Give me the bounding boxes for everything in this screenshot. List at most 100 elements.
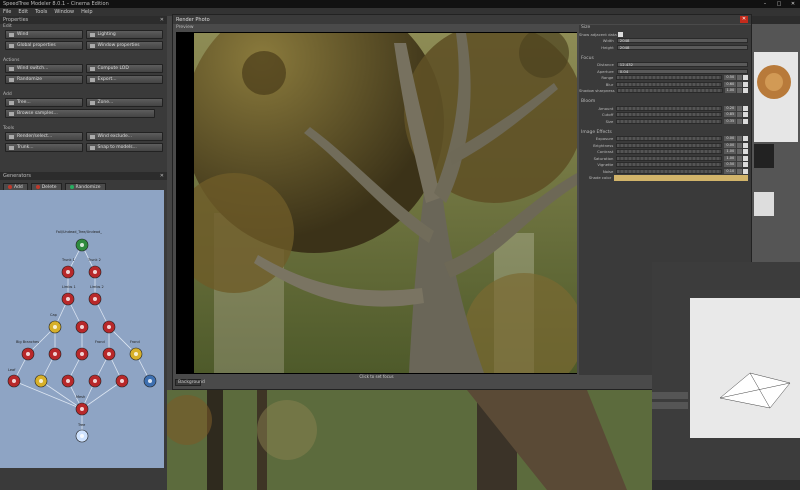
keyframe-icon[interactable] (743, 162, 748, 168)
spin-arrow-icon[interactable] (737, 136, 743, 142)
setting-input[interactable]: 2048 (616, 38, 748, 44)
setting-slider[interactable] (616, 136, 723, 142)
spin-arrow-icon[interactable] (737, 118, 743, 124)
keyframe-icon[interactable] (743, 75, 748, 81)
snap-models-button[interactable]: Snap to models... (85, 143, 163, 152)
setting-input[interactable]: 2048 (616, 44, 748, 50)
mask-thumbnail[interactable] (754, 192, 774, 216)
node-icon (134, 352, 138, 356)
trunk-button[interactable]: Trunk... (5, 143, 83, 152)
setting-value[interactable]: 0.10 (724, 168, 737, 174)
menu-help[interactable]: Help (81, 9, 92, 15)
keyframe-icon[interactable] (743, 88, 748, 94)
spin-arrow-icon[interactable] (737, 112, 743, 118)
setting-value[interactable]: 0.00 (724, 136, 737, 142)
keyframe-icon[interactable] (743, 105, 748, 111)
render-viewport[interactable] (176, 32, 577, 374)
material-preview[interactable] (754, 52, 798, 142)
background-viewport[interactable] (167, 390, 652, 490)
setting-value[interactable]: 0.35 (724, 118, 737, 124)
menu-edit[interactable]: Edit (18, 9, 28, 15)
spin-arrow-icon[interactable] (737, 142, 743, 148)
node-icon (80, 352, 84, 356)
setting-slider[interactable] (616, 168, 723, 174)
keyframe-icon[interactable] (743, 155, 748, 161)
setting-input[interactable]: 0.04 (616, 68, 748, 74)
global-properties-button[interactable]: Global properties (5, 41, 83, 50)
snap-icon (89, 145, 95, 150)
keyframe-icon[interactable] (743, 168, 748, 174)
setting-value[interactable]: 1.00 (724, 155, 737, 161)
keyframe-icon[interactable] (743, 149, 748, 155)
spin-arrow-icon[interactable] (737, 149, 743, 155)
spin-arrow-icon[interactable] (737, 162, 743, 168)
settings-row: Cutoff 0.85 (579, 112, 751, 119)
spin-arrow-icon[interactable] (737, 88, 743, 94)
menu-tools[interactable]: Tools (35, 9, 47, 15)
setting-value[interactable]: 0.20 (724, 105, 737, 111)
minimize-icon[interactable]: – (758, 1, 772, 7)
spin-arrow-icon[interactable] (737, 168, 743, 174)
lighting-button[interactable]: Lighting (85, 30, 163, 39)
setting-slider[interactable] (616, 105, 723, 111)
setting-slider[interactable] (616, 75, 723, 81)
spin-arrow-icon[interactable] (737, 75, 743, 81)
wind-exclude-button[interactable]: Wind exclude... (85, 132, 163, 141)
window-properties-button[interactable]: Window properties (85, 41, 163, 50)
keyframe-icon[interactable] (743, 112, 748, 118)
setting-slider[interactable] (616, 142, 723, 148)
setting-value[interactable]: 0.60 (724, 81, 737, 87)
setting-slider[interactable] (616, 81, 723, 87)
rendered-image[interactable] (194, 33, 577, 373)
node-icon (26, 352, 30, 356)
close-icon[interactable]: ✕ (740, 16, 748, 23)
generator-graph[interactable]: Fall/Undead_Tree/Undead_ Trunk 1 Trunk 2… (0, 190, 164, 468)
setting-value[interactable]: 0.85 (724, 112, 737, 118)
node-icon (66, 379, 70, 383)
maximize-icon[interactable]: □ (772, 1, 786, 7)
add-tree-button[interactable]: Tree... (5, 98, 83, 107)
keyframe-icon[interactable] (743, 136, 748, 142)
wind-button[interactable]: Wind (5, 30, 83, 39)
setting-label: Distance (597, 62, 614, 68)
keyframe-icon[interactable] (743, 118, 748, 124)
background-button[interactable]: Background (175, 379, 205, 386)
setting-slider[interactable] (616, 112, 723, 118)
render-select-button[interactable]: Render/select... (5, 132, 83, 141)
export-button[interactable]: Export... (85, 75, 163, 84)
mesh-field[interactable] (652, 392, 688, 399)
setting-input[interactable]: 12.432 (616, 62, 748, 68)
setting-checkbox[interactable] (618, 31, 623, 37)
mesh-field[interactable] (652, 402, 688, 409)
setting-slider[interactable] (616, 155, 723, 161)
bark-thumbnail[interactable] (754, 144, 774, 168)
setting-slider[interactable] (616, 162, 723, 168)
compute-lod-button[interactable]: Compute LOD (85, 64, 163, 73)
dice-icon (69, 185, 74, 189)
setting-slider[interactable] (617, 88, 723, 94)
spin-arrow-icon[interactable] (737, 81, 743, 87)
randomize-button[interactable]: Randomize (5, 75, 83, 84)
keyframe-icon[interactable] (743, 81, 748, 87)
close-icon[interactable]: ✕ (160, 17, 164, 23)
mesh-preview[interactable] (690, 298, 800, 438)
menu-file[interactable]: File (3, 9, 11, 15)
setting-value[interactable]: 0.50 (724, 162, 737, 168)
setting-value[interactable]: 1.00 (724, 88, 737, 94)
shade-color-swatch[interactable] (614, 174, 748, 181)
close-icon[interactable]: ✕ (160, 173, 164, 179)
browse-samples-button[interactable]: Browse samples... (5, 109, 155, 118)
setting-value[interactable]: 1.00 (724, 149, 737, 155)
properties-header: Properties ✕ (0, 16, 167, 24)
setting-slider[interactable] (616, 118, 723, 124)
spin-arrow-icon[interactable] (737, 155, 743, 161)
wind-switch-button[interactable]: Wind switch... (5, 64, 83, 73)
setting-value[interactable]: 0.00 (724, 142, 737, 148)
menu-window[interactable]: Window (54, 9, 74, 15)
spin-arrow-icon[interactable] (737, 105, 743, 111)
setting-value[interactable]: 0.50 (724, 75, 737, 81)
close-icon[interactable]: ✕ (786, 1, 800, 7)
setting-slider[interactable] (616, 149, 723, 155)
add-zone-button[interactable]: Zone... (85, 98, 163, 107)
keyframe-icon[interactable] (743, 142, 748, 148)
